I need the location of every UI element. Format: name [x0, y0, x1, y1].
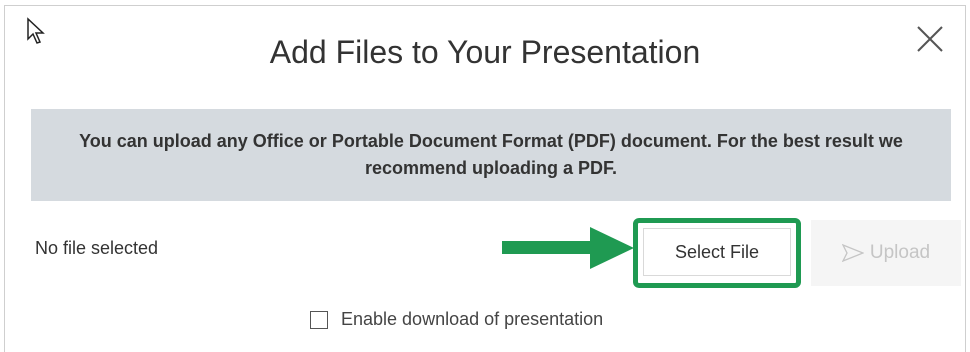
send-arrow-icon: [841, 244, 864, 262]
green-arrow-icon: [502, 227, 634, 269]
dialog-title: Add Files to Your Presentation: [269, 34, 701, 70]
info-banner: You can upload any Office or Portable Do…: [31, 109, 951, 201]
select-file-button[interactable]: Select File: [643, 228, 791, 276]
close-icon[interactable]: [915, 24, 945, 54]
add-files-dialog: Add Files to Your Presentation You can u…: [4, 5, 966, 352]
upload-button[interactable]: Upload: [811, 220, 961, 286]
enable-download-checkbox[interactable]: [310, 310, 328, 329]
mouse-cursor-icon: [27, 17, 45, 44]
info-text: You can upload any Office or Portable Do…: [79, 131, 903, 178]
upload-label: Upload: [869, 242, 931, 263]
enable-download-label[interactable]: Enable download of presentation: [341, 309, 603, 330]
enable-download-row[interactable]: Enable download of presentation: [310, 309, 603, 330]
file-status-text: No file selected: [35, 238, 159, 258]
